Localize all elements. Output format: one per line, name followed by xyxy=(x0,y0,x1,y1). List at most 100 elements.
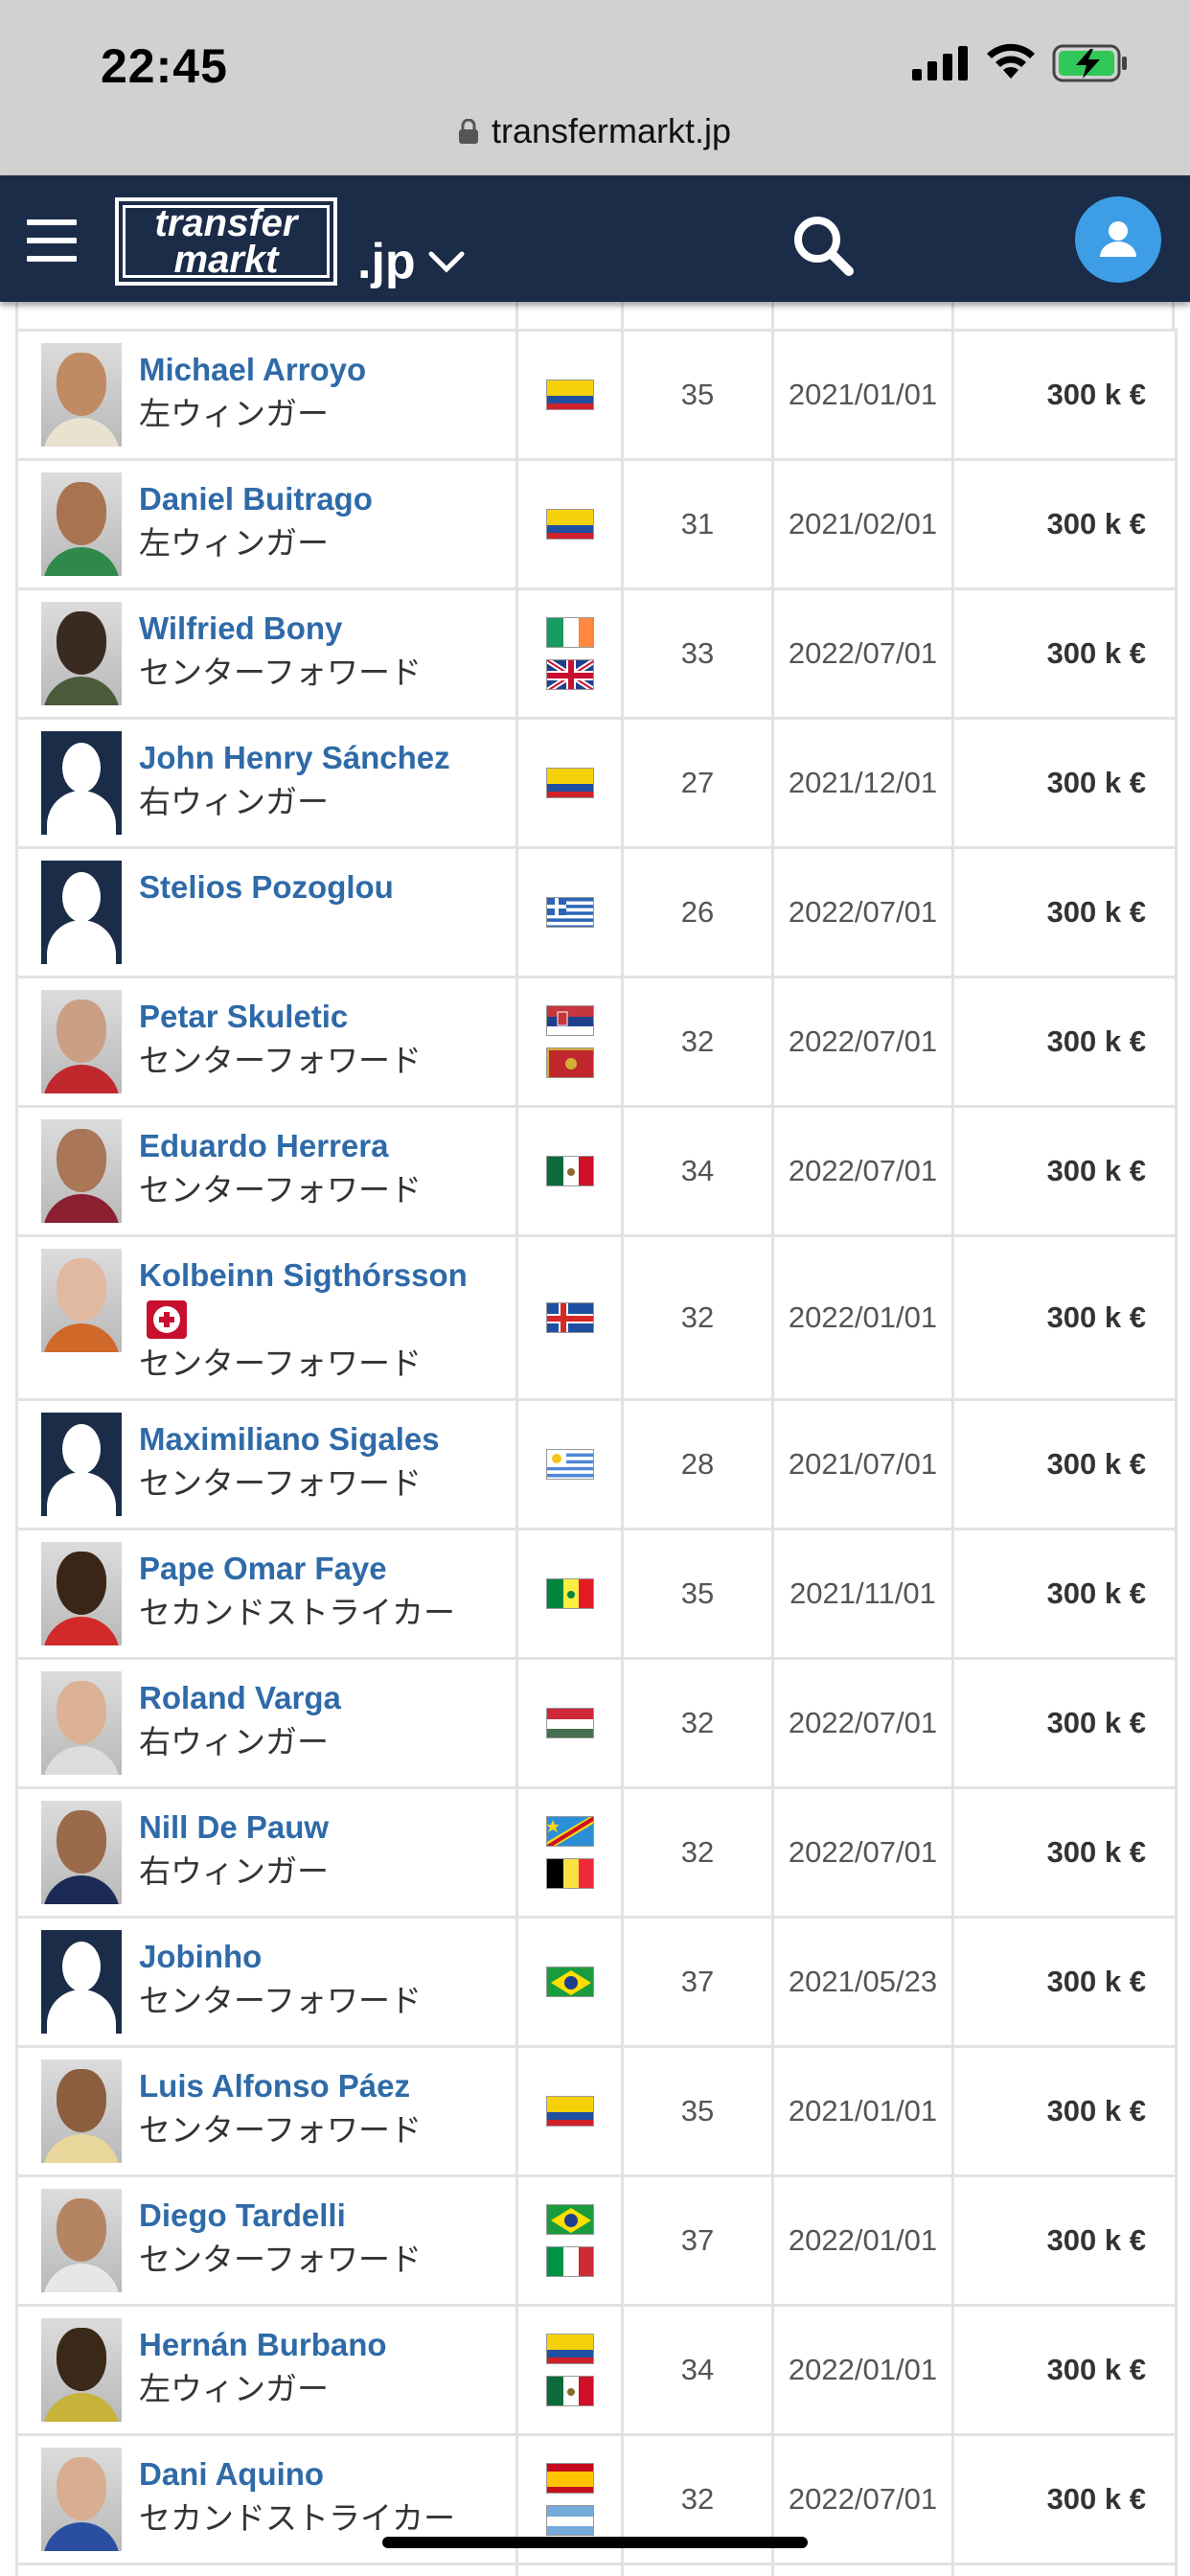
player-name-link[interactable]: John Henry Sánchez xyxy=(139,737,450,779)
address-bar[interactable]: transfermarkt.jp xyxy=(0,107,1190,155)
player-avatar-photo[interactable] xyxy=(41,1671,122,1775)
player-avatar-photo[interactable] xyxy=(41,343,122,447)
table-row: Pape Omar Faye セカンドストライカー 35 2021/11/01 300 … xyxy=(15,1528,1178,1660)
market-value-cell[interactable] xyxy=(951,2563,1178,2576)
player-cell: Hernán Burbano 左ウィンガー xyxy=(15,2304,518,2436)
nationality-cell xyxy=(515,2563,624,2576)
player-name-link[interactable]: Michael Arroyo xyxy=(139,349,366,391)
market-value-cell[interactable]: 300 k € xyxy=(951,717,1178,849)
player-name-link[interactable]: Kolbeinn Sigthórsson xyxy=(139,1254,468,1297)
player-name-link[interactable]: Dani Aquino xyxy=(139,2453,455,2496)
market-value-cell[interactable]: 300 k € xyxy=(951,2174,1178,2307)
contract-cell: 2021/12/01 xyxy=(771,717,954,849)
player-name-link[interactable]: Daniel Buitrago xyxy=(139,478,373,520)
flag-argentina-icon xyxy=(545,2505,594,2536)
player-avatar-placeholder[interactable] xyxy=(41,1413,122,1516)
flag-italy-icon xyxy=(545,2246,594,2277)
player-name-link[interactable]: Luis Alfonso Páez xyxy=(139,2065,422,2107)
market-value-cell[interactable]: 300 k € xyxy=(951,846,1178,978)
market-value-cell[interactable]: 300 k € xyxy=(951,2433,1178,2565)
player-name-link[interactable]: Stelios Pozoglou xyxy=(139,866,394,908)
market-value-cell[interactable]: 300 k € xyxy=(951,976,1178,1108)
market-value-cell[interactable]: 300 k € xyxy=(951,1234,1178,1401)
contract-cell: 2022/07/01 xyxy=(771,846,954,978)
market-value-cell[interactable]: 300 k € xyxy=(951,458,1178,590)
player-avatar-photo[interactable] xyxy=(41,2189,122,2292)
player-position: センターフォワード xyxy=(139,1042,423,1079)
flag-colombia-icon xyxy=(545,2096,594,2127)
nationality-cell xyxy=(515,1234,624,1401)
flag-colombia-icon xyxy=(545,768,594,798)
player-position: センターフォワード xyxy=(139,2111,423,2149)
player-avatar-placeholder[interactable] xyxy=(41,861,122,964)
profile-button[interactable] xyxy=(1075,196,1161,283)
home-indicator[interactable] xyxy=(382,2537,808,2548)
player-avatar-placeholder[interactable] xyxy=(41,731,122,835)
age-cell xyxy=(621,2563,774,2576)
player-position: 左ウィンガー xyxy=(139,524,329,562)
hamburger-menu-icon[interactable] xyxy=(27,219,77,262)
flag-montenegro-icon xyxy=(545,1047,594,1078)
transfermarkt-logo[interactable]: transfer markt xyxy=(115,197,337,286)
player-name-link[interactable]: Nill De Pauw xyxy=(139,1806,329,1849)
player-name-link[interactable]: Eduardo Herrera xyxy=(139,1125,422,1167)
player-name-link[interactable]: Pape Omar Faye xyxy=(139,1548,455,1590)
nationality-cell xyxy=(515,717,624,849)
player-cell: Petar Skuletic センターフォワード xyxy=(15,976,518,1108)
market-value-cell[interactable]: 300 k € xyxy=(951,2045,1178,2177)
contract-cell: 2022/07/01 xyxy=(771,1105,954,1237)
player-name-link[interactable]: Wilfried Bony xyxy=(139,608,422,650)
age-cell: 32 xyxy=(621,1657,774,1789)
player-avatar-photo[interactable] xyxy=(41,1801,122,1904)
player-name-link[interactable]: Jobinho xyxy=(139,1936,422,1978)
player-avatar-photo[interactable] xyxy=(41,2059,122,2163)
chevron-down-icon[interactable] xyxy=(427,248,466,275)
player-name-link[interactable]: Diego Tardelli xyxy=(139,2195,422,2237)
status-time: 22:45 xyxy=(101,39,228,93)
player-name-link[interactable]: Petar Skuletic xyxy=(139,996,422,1038)
player-position: 右ウィンガー xyxy=(139,1723,329,1760)
age-cell: 32 xyxy=(621,1786,774,1919)
table-row: Petar Skuletic センターフォワード 32 2022/07/01 300 k… xyxy=(15,976,1178,1108)
search-icon[interactable] xyxy=(791,214,855,277)
flag-spain-icon xyxy=(545,2463,594,2494)
player-cell: John Henry Sánchez 右ウィンガー xyxy=(15,717,518,849)
market-value-cell[interactable]: 300 k € xyxy=(951,329,1178,461)
market-value-cell[interactable]: 300 k € xyxy=(951,1657,1178,1789)
market-value-cell[interactable]: 300 k € xyxy=(951,1916,1178,2048)
market-value-cell[interactable]: 300 k € xyxy=(951,1398,1178,1530)
player-avatar-photo[interactable] xyxy=(41,1119,122,1223)
player-cell: Wilfried Bony センターフォワード xyxy=(15,587,518,720)
player-avatar-photo[interactable] xyxy=(41,1249,122,1352)
table-row: Eduardo Herrera センターフォワード 34 2022/07/01 300 … xyxy=(15,1105,1178,1237)
table-row: Diego Tardelli センターフォワード 37 2022/01/01 300 k… xyxy=(15,2174,1178,2307)
age-cell: 34 xyxy=(621,1105,774,1237)
player-avatar-photo[interactable] xyxy=(41,2448,122,2551)
player-avatar-photo[interactable] xyxy=(41,1542,122,1645)
player-avatar-photo[interactable] xyxy=(41,990,122,1093)
contract-cell: 2021/05/23 xyxy=(771,1916,954,2048)
nationality-cell xyxy=(515,976,624,1108)
injury-icon[interactable] xyxy=(147,1300,187,1339)
market-value-cell[interactable]: 300 k € xyxy=(951,1786,1178,1919)
url-text: transfermarkt.jp xyxy=(491,111,732,150)
market-value-cell[interactable]: 300 k € xyxy=(951,2304,1178,2436)
player-name-link[interactable]: Roland Varga xyxy=(139,1677,341,1719)
table-row: Michael Arroyo 左ウィンガー 35 2021/01/01 300 k € xyxy=(15,329,1178,461)
contract-cell: 2021/07/01 xyxy=(771,1398,954,1530)
market-value-cell[interactable]: 300 k € xyxy=(951,1528,1178,1660)
player-position: 右ウィンガー xyxy=(139,783,329,820)
cellular-signal-icon xyxy=(912,46,968,80)
player-avatar-photo[interactable] xyxy=(41,2318,122,2422)
contract-cell: 2022/07/01 xyxy=(771,1657,954,1789)
player-name-link[interactable]: Hernán Burbano xyxy=(139,2324,387,2366)
market-value-cell[interactable]: 300 k € xyxy=(951,587,1178,720)
player-avatar-placeholder[interactable] xyxy=(41,1930,122,2034)
nationality-cell xyxy=(515,2045,624,2177)
player-avatar-photo[interactable] xyxy=(41,602,122,705)
contract-cell: 2021/11/01 xyxy=(771,1528,954,1660)
player-avatar-photo[interactable] xyxy=(41,472,122,576)
user-icon xyxy=(1100,221,1136,257)
player-name-link[interactable]: Maximiliano Sigales xyxy=(139,1418,440,1460)
market-value-cell[interactable]: 300 k € xyxy=(951,1105,1178,1237)
